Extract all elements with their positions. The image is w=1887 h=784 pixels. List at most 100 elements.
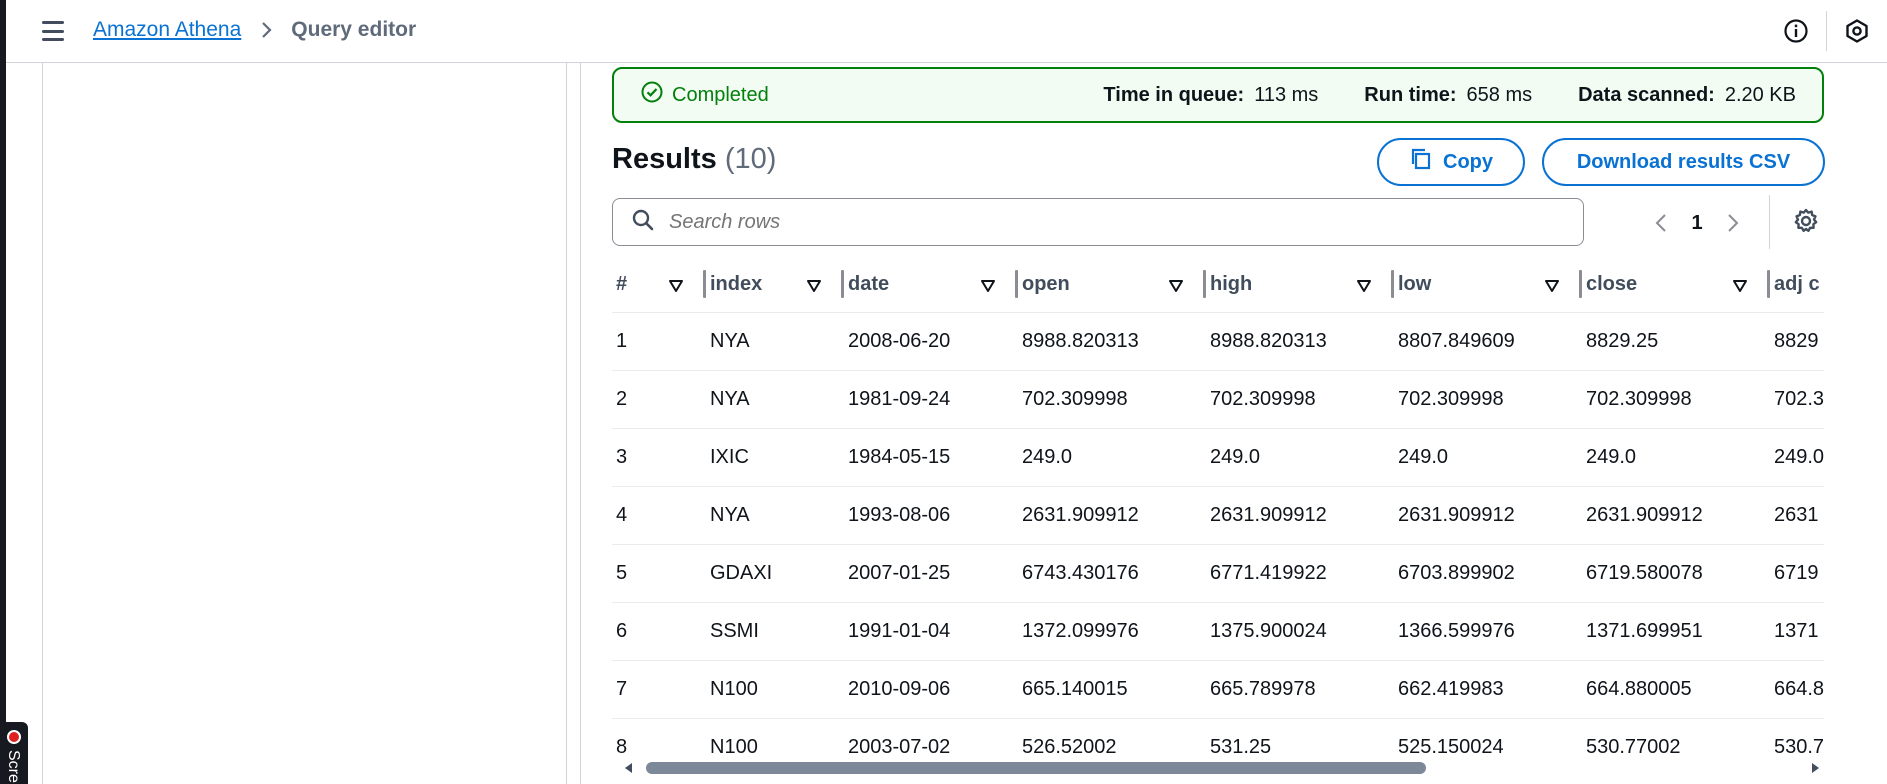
breadcrumb-query-editor: Query editor	[291, 18, 417, 41]
results-title: Results	[612, 143, 717, 175]
table-cell: 1371	[1770, 602, 1824, 661]
status-completed: Completed	[640, 80, 769, 110]
column-header[interactable]: open	[1018, 256, 1206, 313]
sort-icon[interactable]	[1168, 276, 1184, 299]
screen-recorder-badge[interactable]: Scre	[0, 722, 28, 784]
table-cell: 2007-01-25	[844, 544, 1018, 603]
table-row: 1 NYA 2008-06-20 8988.820313 8988.820313 8807…	[612, 312, 1824, 371]
table-cell: 702.309998	[1582, 370, 1770, 429]
table-cell: 702.309998	[1394, 370, 1582, 429]
column-header-label: open	[1022, 272, 1070, 295]
sort-icon[interactable]	[1356, 276, 1372, 299]
column-header[interactable]: #	[612, 256, 706, 313]
table-cell: NYA	[706, 486, 844, 545]
gear-icon[interactable]	[1792, 207, 1820, 240]
table-cell: 702.309998	[1206, 370, 1394, 429]
download-results-csv-button[interactable]: Download results CSV	[1542, 138, 1825, 186]
run-time-label: Run time:	[1364, 83, 1457, 106]
download-button-label: Download results CSV	[1576, 150, 1791, 173]
copy-button-label: Copy	[1443, 150, 1493, 173]
column-header[interactable]: close	[1582, 256, 1770, 313]
table-cell: 6743.430176	[1018, 544, 1206, 603]
menu-icon[interactable]	[40, 18, 66, 44]
table-cell: 249.0	[1394, 428, 1582, 487]
results-heading: Results (10)	[612, 143, 776, 176]
table-cell: 6719.580078	[1582, 544, 1770, 603]
sort-icon[interactable]	[980, 276, 996, 299]
page-number[interactable]: 1	[1682, 212, 1712, 235]
column-header[interactable]: adj c	[1770, 256, 1824, 313]
data-scanned-label: Data scanned:	[1578, 83, 1715, 106]
table-cell: 665.140015	[1018, 660, 1206, 719]
column-header[interactable]: index	[706, 256, 844, 313]
column-header[interactable]: high	[1206, 256, 1394, 313]
table-cell: 1366.599976	[1394, 602, 1582, 661]
column-header-label: adj c	[1774, 272, 1820, 295]
table-cell: 1984-05-15	[844, 428, 1018, 487]
table-cell: 665.789978	[1206, 660, 1394, 719]
table-row: 5 GDAXI 2007-01-25 6743.430176 6771.419922 67…	[612, 544, 1824, 603]
horizontal-scrollbar[interactable]	[622, 761, 1822, 775]
table-row: 2 NYA 1981-09-24 702.309998 702.309998 702.30…	[612, 370, 1824, 429]
search-rows[interactable]	[612, 198, 1584, 246]
table-row: 4 NYA 1993-08-06 2631.909912 2631.909912 2631…	[612, 486, 1824, 545]
table-cell: 8988.820313	[1206, 312, 1394, 371]
table-cell: 1372.099976	[1018, 602, 1206, 661]
table-cell: 1	[612, 312, 706, 371]
time-in-queue-value: 113 ms	[1254, 83, 1319, 106]
query-status-bar: Completed Time in queue: 113 ms Run time:…	[612, 67, 1824, 123]
table-cell: GDAXI	[706, 544, 844, 603]
run-time: Run time: 658 ms	[1364, 84, 1532, 107]
sort-icon[interactable]	[806, 276, 822, 299]
chevron-right-icon	[255, 19, 277, 41]
copy-icon	[1409, 147, 1443, 177]
info-icon[interactable]	[1766, 0, 1826, 62]
copy-button[interactable]: Copy	[1377, 138, 1525, 186]
data-scanned: Data scanned: 2.20 KB	[1578, 84, 1796, 107]
table-cell: 8988.820313	[1018, 312, 1206, 371]
table-cell: 1375.900024	[1206, 602, 1394, 661]
column-header[interactable]: date	[844, 256, 1018, 313]
panel-divider[interactable]	[580, 63, 581, 784]
top-navigation: Amazon Athena Query editor	[6, 0, 1887, 63]
table-cell: 1981-09-24	[844, 370, 1018, 429]
scrollbar-thumb[interactable]	[646, 762, 1426, 774]
search-input[interactable]	[667, 209, 1551, 235]
status-label: Completed	[672, 83, 769, 106]
column-header-label: high	[1210, 272, 1253, 295]
column-header[interactable]: low	[1394, 256, 1582, 313]
table-cell: 6771.419922	[1206, 544, 1394, 603]
table-cell: 2631.909912	[1018, 486, 1206, 545]
table-cell: IXIC	[706, 428, 844, 487]
column-header-label: #	[616, 272, 628, 295]
table-cell: 8829	[1770, 312, 1824, 371]
table-cell: 2	[612, 370, 706, 429]
table-cell: 5	[612, 544, 706, 603]
table-cell: 2631.909912	[1206, 486, 1394, 545]
sort-icon[interactable]	[1732, 276, 1748, 299]
record-icon	[7, 730, 21, 744]
table-cell: 702.309998	[1018, 370, 1206, 429]
scroll-left-icon[interactable]	[622, 761, 636, 780]
table-cell: N100	[706, 660, 844, 719]
results-table: # index date open high low close adj c 1 NYA 2008…	[612, 256, 1824, 776]
table-cell: 2631.909912	[1394, 486, 1582, 545]
data-scanned-value: 2.20 KB	[1724, 83, 1796, 106]
table-cell: 7	[612, 660, 706, 719]
chevron-right-icon[interactable]	[1712, 212, 1752, 234]
scroll-right-icon[interactable]	[1808, 761, 1822, 780]
chevron-left-icon[interactable]	[1642, 212, 1682, 234]
table-cell: 4	[612, 486, 706, 545]
results-count: (10)	[724, 143, 777, 175]
recorder-label: Scre	[5, 750, 22, 783]
table-cell: 1991-01-04	[844, 602, 1018, 661]
table-row: 3 IXIC 1984-05-15 249.0 249.0 249.0 249.0 249.0	[612, 428, 1824, 487]
sort-icon[interactable]	[668, 276, 684, 299]
sort-icon[interactable]	[1544, 276, 1560, 299]
table-cell: 6719	[1770, 544, 1824, 603]
table-cell: 2631.909912	[1582, 486, 1770, 545]
column-header-label: date	[848, 272, 890, 295]
table-cell: SSMI	[706, 602, 844, 661]
breadcrumb-amazon-athena[interactable]: Amazon Athena	[93, 18, 241, 42]
settings-hex-icon[interactable]	[1827, 0, 1887, 62]
